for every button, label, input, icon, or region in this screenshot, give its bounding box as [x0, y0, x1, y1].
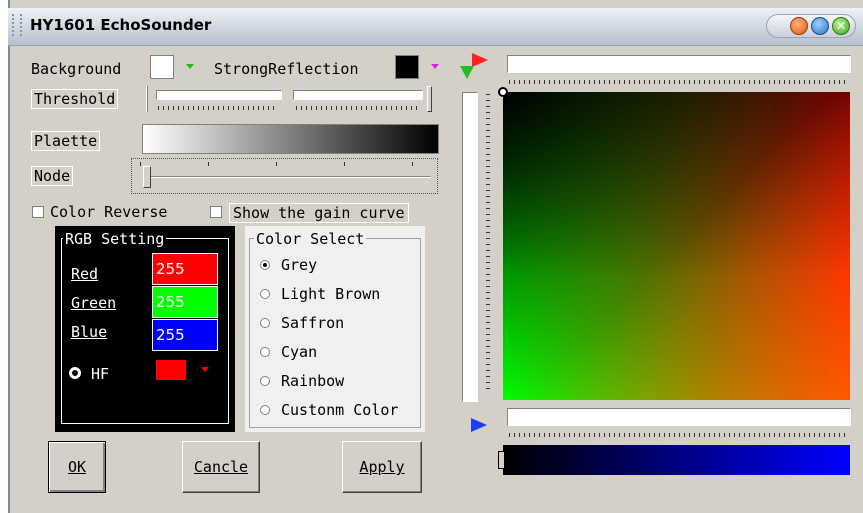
green-label: Green	[71, 294, 117, 312]
threshold-track-left[interactable]	[156, 90, 282, 100]
dropdown-arrow-icon[interactable]	[431, 64, 439, 69]
blue-gradient-bar	[503, 445, 850, 475]
window-title: HY1601 EchoSounder	[30, 16, 212, 34]
dropdown-arrow-icon[interactable]	[186, 64, 194, 69]
color-option-radio-grey[interactable]	[260, 260, 270, 270]
title-grip-icon	[12, 14, 22, 36]
crosshair-icon[interactable]	[498, 87, 508, 97]
threshold-slider-right-thumb[interactable]	[427, 86, 432, 112]
strong-reflection-color-swatch[interactable]	[395, 55, 419, 79]
color-reverse-label: Color Reverse	[50, 203, 168, 221]
color-option-light-brown[interactable]: Light Brown	[281, 285, 380, 303]
green-channel-ticks	[486, 94, 490, 394]
color-option-radio-cyan[interactable]	[260, 347, 270, 357]
palette-label: Plaette	[31, 131, 101, 151]
color-option-rainbow[interactable]: Rainbow	[281, 372, 344, 390]
dropdown-arrow-icon[interactable]	[201, 367, 209, 372]
cancel-button[interactable]: Cancle	[182, 441, 260, 493]
threshold-ticks-right	[296, 106, 420, 110]
background-label: Background	[31, 60, 122, 78]
threshold-label: Threshold	[31, 89, 119, 109]
rgb-setting-title: RGB Setting	[63, 230, 167, 248]
color-select-title: Color Select	[254, 230, 367, 248]
red-label: Red	[71, 265, 99, 283]
node-slider-track[interactable]	[145, 176, 431, 178]
green-pointer-icon	[460, 66, 474, 79]
blue-gradient-thumb[interactable]	[498, 451, 505, 469]
red-channel-ticks	[509, 80, 849, 84]
node-label: Node	[31, 166, 74, 186]
color-reverse-checkbox[interactable]	[32, 206, 44, 218]
color-option-radio-light-brown[interactable]	[260, 289, 270, 299]
hf-label: HF	[91, 365, 110, 383]
threshold-slider-left-thumb[interactable]	[146, 86, 148, 112]
threshold-track-right[interactable]	[293, 90, 423, 100]
minimize-icon[interactable]	[790, 17, 808, 35]
color-option-custom[interactable]: Custonm Color	[281, 401, 398, 419]
node-slider-thumb[interactable]	[143, 166, 151, 188]
threshold-ticks-left	[158, 106, 278, 110]
blue-value-input[interactable]: 255	[152, 319, 218, 351]
blue-channel-slider-track[interactable]	[507, 408, 851, 426]
blue-channel-ticks	[509, 433, 849, 437]
show-gain-curve-label: Show the gain curve	[229, 203, 409, 223]
red-pointer-icon	[472, 53, 488, 67]
green-channel-slider-track[interactable]	[462, 92, 478, 402]
green-value-input[interactable]: 255	[152, 286, 218, 318]
color-option-radio-saffron[interactable]	[260, 318, 270, 328]
close-icon[interactable]: ✕	[832, 17, 850, 35]
ok-button[interactable]: OK	[48, 441, 106, 493]
background-color-swatch[interactable]	[150, 55, 174, 79]
hf-color-swatch[interactable]	[156, 360, 186, 380]
restore-icon[interactable]	[811, 17, 829, 35]
palette-gradient-bar	[142, 124, 439, 154]
apply-button[interactable]: Apply	[342, 441, 422, 493]
color-option-radio-custom[interactable]	[260, 405, 270, 415]
color-option-radio-rainbow[interactable]	[260, 376, 270, 386]
hf-radio[interactable]	[69, 367, 81, 379]
show-gain-curve-checkbox[interactable]	[210, 206, 222, 218]
color-option-cyan[interactable]: Cyan	[281, 343, 317, 361]
blue-pointer-icon	[471, 418, 487, 432]
blue-label: Blue	[71, 323, 108, 341]
color-option-saffron[interactable]: Saffron	[281, 314, 344, 332]
red-value-input[interactable]: 255	[152, 253, 218, 285]
red-channel-slider-track[interactable]	[507, 55, 851, 73]
node-ticks	[140, 162, 432, 166]
color-select-group-border	[249, 238, 421, 428]
color-option-grey[interactable]: Grey	[281, 256, 317, 274]
strong-reflection-label: StrongReflection	[214, 60, 359, 78]
color-box-yellow-layer	[503, 92, 850, 400]
